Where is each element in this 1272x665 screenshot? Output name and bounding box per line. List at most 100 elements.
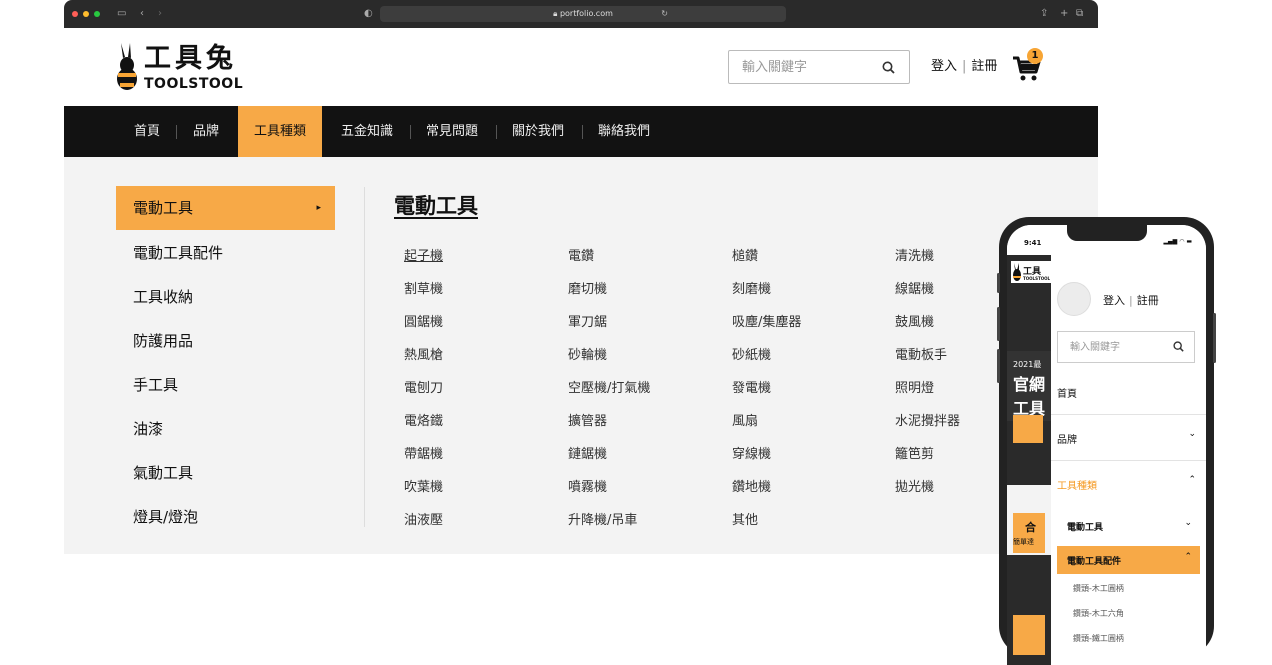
nav-item-contact[interactable]: 聯絡我們 <box>598 106 650 157</box>
subcategory-link[interactable]: 空壓機/打氣機 <box>568 377 650 396</box>
close-window-button[interactable] <box>72 11 78 17</box>
subcategory-link[interactable]: 線鋸機 <box>895 278 934 297</box>
nav-item-about[interactable]: 關於我們 <box>512 106 564 157</box>
address-bar[interactable]: 🔒︎ portfolio.com ↻ <box>380 6 786 22</box>
nav-item-hardware-knowledge[interactable]: 五金知識 <box>341 106 393 157</box>
caret-right-icon: ▸ <box>316 203 321 213</box>
mobile-sub-power-tools[interactable]: 電動工具 ⌄ <box>1057 512 1200 540</box>
subcategory-link[interactable]: 拋光機 <box>895 476 934 495</box>
subcategory-link[interactable]: 磨切機 <box>568 278 607 297</box>
category-power-tool-accessories[interactable]: 電動工具配件 <box>116 231 335 275</box>
subcategory-link[interactable]: 起子機 <box>404 245 443 264</box>
signal-battery-icon: ▂▄▆ ◠ ▬ <box>1163 238 1192 245</box>
subcategory-link[interactable]: 圓鋸機 <box>404 311 443 330</box>
privacy-shield-icon[interactable]: ◐ <box>364 8 373 20</box>
subcategory-link[interactable]: 槌鑽 <box>732 245 758 264</box>
mobile-nav-label: 首頁 <box>1057 389 1077 400</box>
rabbit-logo-icon: 工具 TOOLSTOOL <box>1011 261 1051 283</box>
reload-icon[interactable]: ↻ <box>661 6 668 22</box>
cart-button[interactable]: 1 <box>1012 48 1048 82</box>
subcategory-link[interactable]: 軍刀鋸 <box>568 311 607 330</box>
register-link[interactable]: 註冊 <box>971 59 997 74</box>
maximize-window-button[interactable] <box>94 11 100 17</box>
subcategory-link[interactable]: 砂輪機 <box>568 344 607 363</box>
subcategory-link[interactable]: 熱風槍 <box>404 344 443 363</box>
subcategory-link[interactable]: 水泥攪拌器 <box>895 410 960 429</box>
subcategory-link[interactable]: 吸塵/集塵器 <box>732 311 801 330</box>
forward-icon[interactable]: › <box>158 8 162 20</box>
auth-divider: | <box>962 59 967 74</box>
mobile-sub-label: 電動工具配件 <box>1067 557 1122 567</box>
nav-item-tool-types[interactable]: 工具種類 <box>238 106 323 157</box>
category-paint[interactable]: 油漆 <box>116 407 335 451</box>
sidebar-toggle-icon[interactable]: ▭ <box>117 8 126 20</box>
site-header: 工具兔 TOOLSTOOL 登入 | 註冊 1 <box>64 28 1098 106</box>
subcategory-link[interactable]: 風扇 <box>732 410 758 429</box>
subcategory-link[interactable]: 噴霧機 <box>568 476 607 495</box>
subcategory-link[interactable]: 清洗機 <box>895 245 934 264</box>
subcategory-link[interactable]: 砂紙機 <box>732 344 771 363</box>
nav-item-home[interactable]: 首頁 <box>134 106 160 157</box>
logo-chinese-text[interactable]: 工具兔 <box>144 44 237 74</box>
subcategory-link[interactable]: 電動板手 <box>895 344 947 363</box>
minimize-window-button[interactable] <box>83 11 89 17</box>
chevron-up-icon: ⌃ <box>1188 475 1196 485</box>
logo-english-text[interactable]: TOOLSTOOL <box>144 76 243 92</box>
subcategory-link[interactable]: 刻磨機 <box>732 278 771 297</box>
back-icon[interactable]: ‹ <box>140 8 144 20</box>
promo-card: 合 簡單達 <box>1007 485 1051 555</box>
mobile-nav-home[interactable]: 首頁 <box>1051 369 1206 415</box>
category-power-tools[interactable]: 電動工具 ▸ <box>116 186 335 230</box>
nav-item-brand[interactable]: 品牌 <box>193 106 219 157</box>
mobile-search-input[interactable] <box>1058 332 1168 362</box>
mobile-leaf-item[interactable]: 鑽頭-木工六角 <box>1073 608 1124 619</box>
rabbit-logo-icon[interactable] <box>116 43 138 91</box>
mobile-nav-label: 工具種類 <box>1057 481 1097 492</box>
search-input[interactable] <box>729 51 879 83</box>
category-hand-tools[interactable]: 手工具 <box>116 363 335 407</box>
subcategory-link[interactable]: 帶鋸機 <box>404 443 443 462</box>
subcategory-link[interactable]: 電刨刀 <box>404 377 443 396</box>
page-background: 工具 TOOLSTOOL 2021最 官網 工具 合 簡單達 <box>1007 255 1051 665</box>
new-tab-icon[interactable]: + <box>1060 8 1068 20</box>
subcategory-link[interactable]: 籬笆剪 <box>895 443 934 462</box>
nav-item-faq[interactable]: 常見問題 <box>426 106 478 157</box>
status-time: 9:41 <box>1024 239 1042 247</box>
category-pneumatic-tools[interactable]: 氣動工具 <box>116 451 335 495</box>
mobile-nav-brand[interactable]: 品牌 ⌄ <box>1051 415 1206 461</box>
search-icon[interactable] <box>1173 341 1184 352</box>
subcategory-link[interactable]: 升降機/吊車 <box>568 509 637 528</box>
share-icon[interactable]: ⇪ <box>1040 8 1048 20</box>
main-nav: 首頁 品牌 工具種類 五金知識 常見問題 關於我們 聯絡我們 <box>64 106 1098 157</box>
promo-subtitle: 簡單達 <box>1013 538 1034 546</box>
phone-statusbar: 9:41 ▂▄▆ ◠ ▬ <box>1007 225 1206 255</box>
hero-button[interactable] <box>1013 415 1043 443</box>
subcategory-link[interactable]: 割草機 <box>404 278 443 297</box>
subcategory-link[interactable]: 鏈鋸機 <box>568 443 607 462</box>
subcategory-link[interactable]: 其他 <box>732 509 758 528</box>
subcategory-link[interactable]: 穿線機 <box>732 443 771 462</box>
mobile-leaf-item[interactable]: 鑽頭-鐵工圓柄 <box>1073 633 1124 644</box>
category-protective-gear[interactable]: 防護用品 <box>116 319 335 363</box>
subcategory-link[interactable]: 照明燈 <box>895 377 934 396</box>
mobile-login-link[interactable]: 登入 <box>1103 294 1125 307</box>
subcategory-link[interactable]: 鑽地機 <box>732 476 771 495</box>
browser-titlebar: ▭ ‹ › ◐ 🔒︎ portfolio.com ↻ ⇪ + ⧉ <box>64 0 1098 28</box>
subcategory-link[interactable]: 擴管器 <box>568 410 607 429</box>
mobile-leaf-item[interactable]: 鑽頭-木工圓柄 <box>1073 583 1124 594</box>
avatar[interactable] <box>1057 282 1091 316</box>
login-link[interactable]: 登入 <box>931 59 957 74</box>
subcategory-link[interactable]: 油液壓 <box>404 509 443 528</box>
mobile-register-link[interactable]: 註冊 <box>1137 294 1159 307</box>
mobile-sub-power-tool-accessories[interactable]: 電動工具配件 ⌃ <box>1057 546 1200 574</box>
mobile-nav-tool-types[interactable]: 工具種類 ⌃ <box>1051 461 1206 507</box>
subcategory-link[interactable]: 電鑽 <box>568 245 594 264</box>
search-icon[interactable] <box>882 61 895 74</box>
category-tool-storage[interactable]: 工具收納 <box>116 275 335 319</box>
category-lighting[interactable]: 燈具/燈泡 <box>116 495 335 539</box>
tabs-overview-icon[interactable]: ⧉ <box>1076 8 1083 20</box>
subcategory-link[interactable]: 鼓風機 <box>895 311 934 330</box>
subcategory-link[interactable]: 吹葉機 <box>404 476 443 495</box>
subcategory-link[interactable]: 發電機 <box>732 377 771 396</box>
subcategory-link[interactable]: 電烙鐵 <box>404 410 443 429</box>
